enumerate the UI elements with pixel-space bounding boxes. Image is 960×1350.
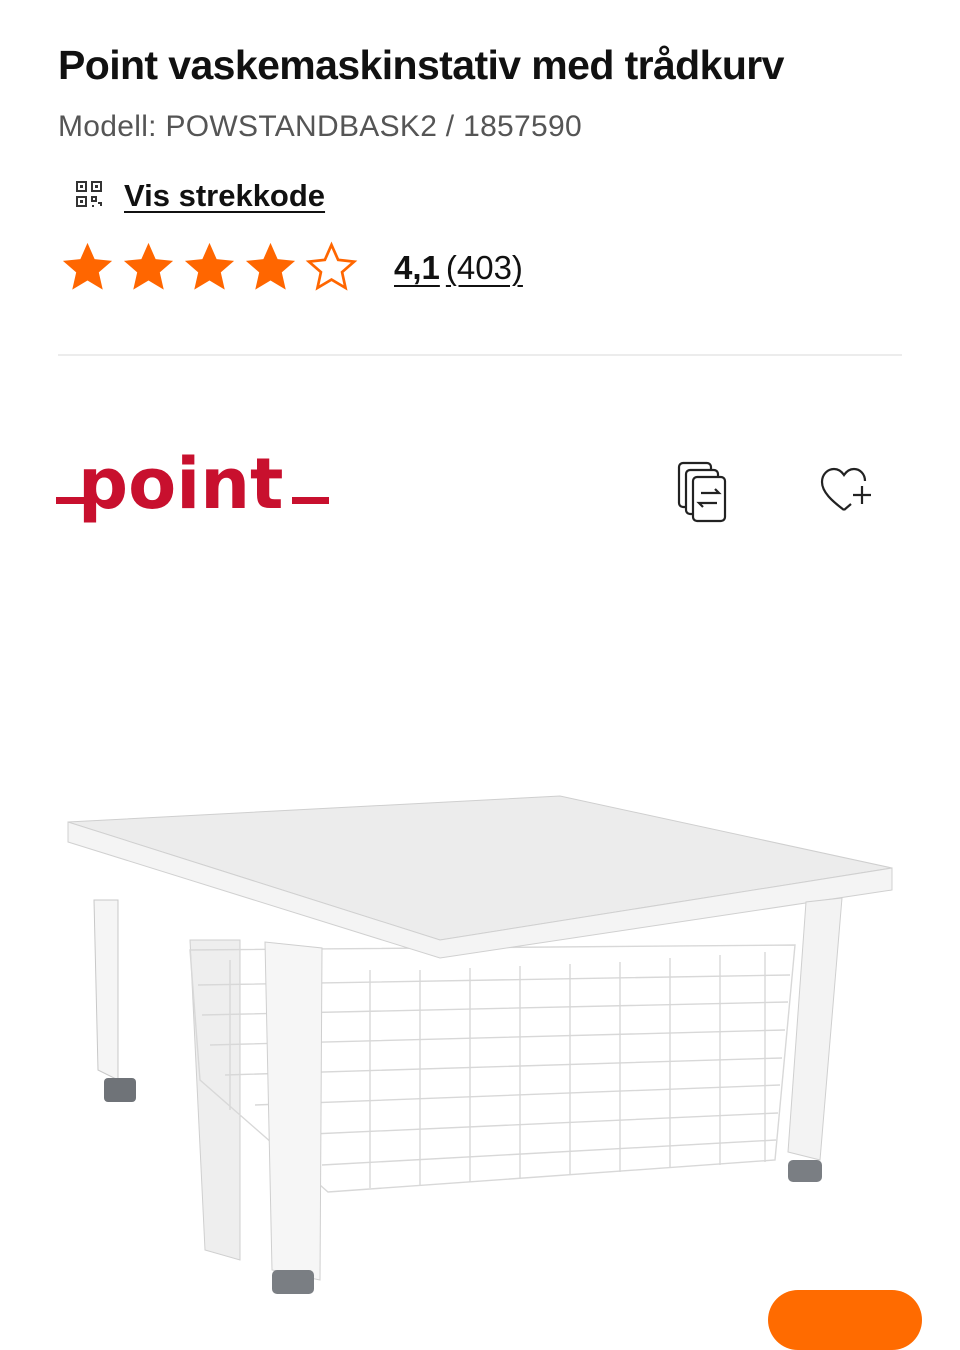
rating-score: 4,1 [394,248,440,286]
show-barcode-link[interactable]: Vis strekkode [74,178,325,214]
product-rating: 4,1 (403) [58,238,523,297]
add-to-cart-button[interactable] [768,1290,922,1350]
compare-icon [677,461,727,523]
divider [58,354,902,356]
show-barcode-label[interactable]: Vis strekkode [124,178,325,214]
product-image[interactable] [60,780,900,1315]
rating-stars [58,238,361,297]
star-filled-icon [184,242,235,290]
compare-button[interactable] [676,460,730,529]
star-filled-icon [245,242,296,290]
rating-link[interactable]: 4,1 (403) [394,249,523,287]
heart-plus-icon [820,467,871,511]
brand-logo-text: point [78,448,284,525]
star-empty-icon [305,241,358,291]
product-title: Point vaskemaskinstativ med trådkurv [58,42,784,88]
model-number: Modell: POWSTANDBASK2 / 1857590 [58,110,582,143]
brand-logo: point [56,443,331,538]
add-to-favorites-button[interactable] [818,464,876,521]
review-count: (403) [445,248,523,286]
barcode-icon [74,179,104,214]
star-filled-icon [62,242,113,290]
star-filled-icon [123,242,174,290]
